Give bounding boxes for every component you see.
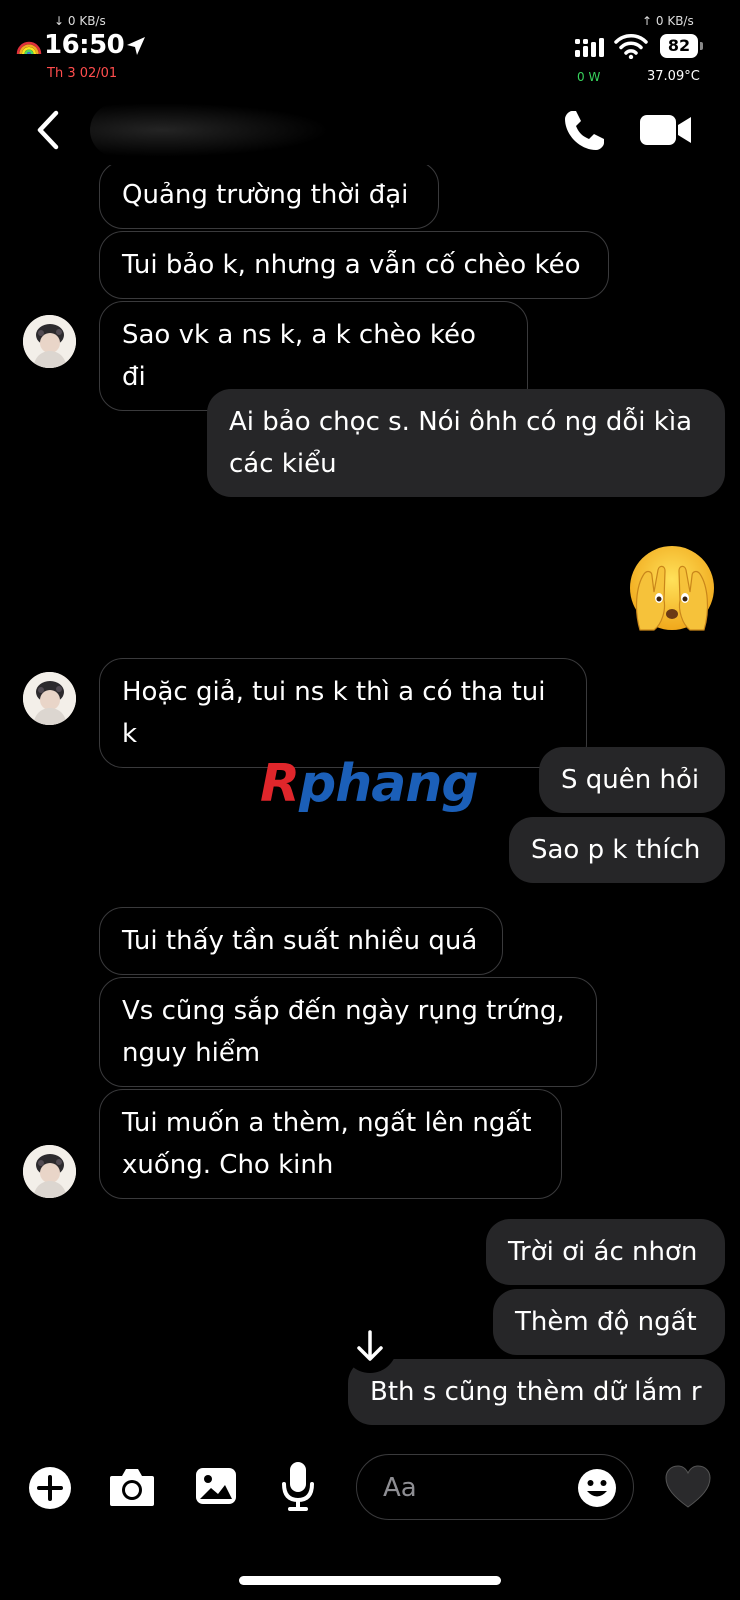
message-list[interactable]: Quảng trường thời đại Tui bảo k, nhưng a…: [0, 165, 740, 1440]
home-indicator[interactable]: [239, 1576, 501, 1585]
power-draw: 0 W: [577, 70, 601, 84]
message-composer: [0, 1440, 740, 1550]
message-bubble-outgoing[interactable]: Sao p k thích: [509, 817, 725, 883]
video-camera-icon[interactable]: [638, 109, 694, 151]
message-bubble-outgoing[interactable]: Ai bảo chọc s. Nói ôhh có ng dỗi kìa các…: [207, 389, 725, 497]
device-temperature: 37.09°C: [647, 69, 700, 84]
location-arrow-icon: [127, 37, 145, 55]
signal-icon: [575, 38, 604, 57]
camera-icon[interactable]: [108, 1466, 156, 1508]
message-bubble-incoming[interactable]: Vs cũng sắp đến ngày rụng trứng, nguy hi…: [99, 977, 597, 1087]
watermark-logo: Rphang: [260, 754, 479, 814]
battery-icon: 82: [660, 34, 703, 58]
message-bubble-incoming[interactable]: Quảng trường thời đại: [99, 165, 439, 229]
face-with-hands-over-eyes-emoji[interactable]: [626, 540, 718, 632]
message-bubble-incoming[interactable]: Tui muốn a thèm, ngất lên ngất xuống. Ch…: [99, 1089, 562, 1199]
rainbow-icon: [16, 41, 42, 55]
back-icon[interactable]: [30, 107, 70, 153]
message-bubble-outgoing[interactable]: S quên hỏi: [539, 747, 725, 813]
message-input[interactable]: [383, 1469, 553, 1507]
wifi-icon: [614, 34, 648, 59]
scroll-to-bottom-arrow-icon[interactable]: [340, 1320, 400, 1376]
message-bubble-incoming[interactable]: Tui bảo k, nhưng a vẫn cố chèo kéo: [99, 231, 609, 299]
message-bubble-outgoing[interactable]: Trời ơi ác nhơn: [486, 1219, 725, 1285]
emoji-icon[interactable]: [577, 1468, 617, 1508]
heart-icon[interactable]: [664, 1464, 712, 1510]
message-bubble-outgoing[interactable]: Bth s cũng thèm dữ lắm r: [348, 1359, 725, 1425]
avatar[interactable]: [23, 315, 76, 368]
contact-name-redacted[interactable]: [90, 103, 330, 157]
message-bubble-incoming[interactable]: Tui thấy tần suất nhiều quá: [99, 907, 503, 975]
message-bubble-outgoing[interactable]: Thèm độ ngất: [493, 1289, 725, 1355]
clock-time: 16:50: [44, 30, 125, 60]
avatar[interactable]: [23, 1145, 76, 1198]
microphone-icon[interactable]: [280, 1460, 316, 1512]
network-download-speed: ↓ 0 KB/s: [54, 14, 106, 28]
chat-header: [0, 95, 740, 165]
avatar[interactable]: [23, 672, 76, 725]
network-upload-speed: ↑ 0 KB/s: [642, 14, 694, 28]
status-date: Th 3 02/01: [47, 66, 118, 81]
message-bubble-incoming[interactable]: Hoặc giả, tui ns k thì a có tha tui k: [99, 658, 587, 768]
plus-icon[interactable]: [28, 1466, 72, 1510]
image-icon[interactable]: [194, 1464, 238, 1508]
status-bar: ↓ 0 KB/s 16:50 Th 3 02/01 ↑ 0 KB/s 82 0 …: [0, 0, 740, 95]
message-input-pill: [356, 1454, 634, 1520]
phone-icon[interactable]: [560, 107, 608, 155]
